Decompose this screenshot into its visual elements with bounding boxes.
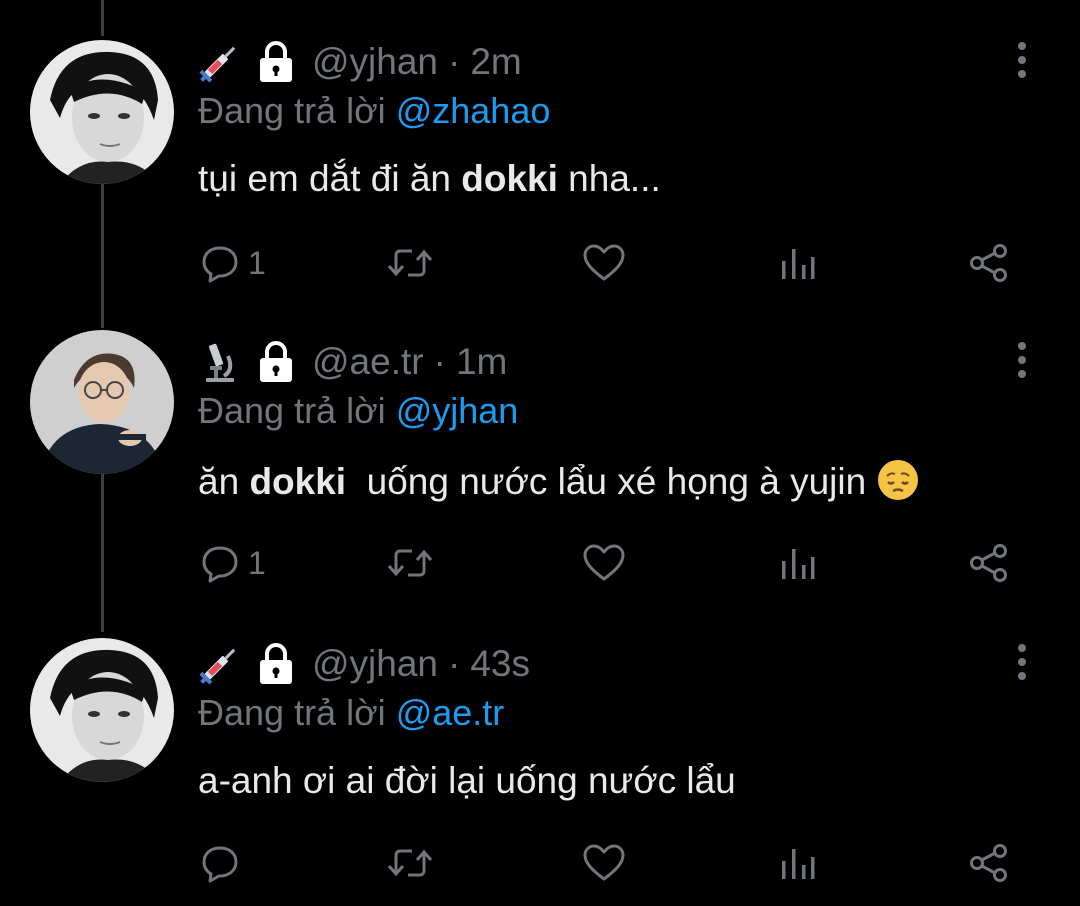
tweet-text-after: uống nước lẩu xé họng à yujin xyxy=(346,461,867,502)
reply-icon xyxy=(202,546,238,583)
reply-button[interactable]: 1 xyxy=(200,540,266,586)
tweet[interactable]: @yjhan · 2m Đang trả lời @zhahao tụi em … xyxy=(0,0,1080,300)
retweet-icon xyxy=(387,549,433,577)
like-button[interactable] xyxy=(582,840,626,886)
reply-count: 1 xyxy=(248,244,266,281)
person-boy-avatar-icon xyxy=(30,638,174,782)
more-options-icon[interactable] xyxy=(1010,642,1034,682)
reply-context: Đang trả lời @ae.tr xyxy=(198,692,504,734)
avatar[interactable] xyxy=(30,40,174,184)
microscope-icon xyxy=(206,343,234,382)
reply-context: Đang trả lời @yjhan xyxy=(198,390,518,432)
reply-icon xyxy=(202,846,238,883)
like-button[interactable] xyxy=(582,240,626,286)
handle[interactable]: @ae.tr xyxy=(312,341,424,383)
reply-icon xyxy=(202,246,238,283)
like-button[interactable] xyxy=(582,540,626,586)
separator: · xyxy=(448,41,461,82)
retweet-button[interactable] xyxy=(386,240,434,286)
retweet-button[interactable] xyxy=(386,540,434,586)
heart-icon xyxy=(583,244,625,281)
share-button[interactable] xyxy=(968,840,1010,886)
tweet-header: @ae.tr · 1m xyxy=(198,340,507,384)
tweet-header: @yjhan · 2m xyxy=(198,40,522,84)
analytics-button[interactable] xyxy=(778,240,818,286)
lock-icon xyxy=(260,643,292,684)
retweet-icon xyxy=(387,249,433,277)
tweet-text-before: tụi em dắt đi ăn xyxy=(198,158,462,199)
reply-prefix: Đang trả lời xyxy=(198,390,386,431)
reply-count: 1 xyxy=(248,544,266,581)
tweet-text: a-anh ơi ai đời lại uống nước lẩu xyxy=(198,760,736,802)
more-options-icon[interactable] xyxy=(1010,40,1034,80)
tweet-actions xyxy=(0,840,1080,890)
tweet-actions: 1 xyxy=(0,240,1080,290)
reply-context: Đang trả lời @zhahao xyxy=(198,90,550,132)
share-icon xyxy=(970,244,1007,282)
person-boy-avatar-icon xyxy=(30,40,174,184)
retweet-icon xyxy=(387,849,433,877)
syringe-icon xyxy=(199,648,236,685)
tweet-text-before: ăn xyxy=(198,461,250,502)
syringe-icon xyxy=(199,46,236,83)
reply-prefix: Đang trả lời xyxy=(198,692,386,733)
handle[interactable]: @yjhan xyxy=(312,643,438,685)
avatar[interactable] xyxy=(30,638,174,782)
tweet-text-before: a-anh ơi ai đời lại uống nước lẩu xyxy=(198,760,736,801)
tweet-text-after: nha... xyxy=(557,158,661,199)
share-button[interactable] xyxy=(968,540,1010,586)
analytics-icon xyxy=(782,849,815,879)
tweet-actions: 1 xyxy=(0,540,1080,590)
person-glasses-avatar-icon xyxy=(30,330,174,474)
tweet-text-bold: dokki xyxy=(249,461,347,502)
tweet[interactable]: @yjhan · 43s Đang trả lời @ae.tr a-anh ơ… xyxy=(0,602,1080,902)
retweet-button[interactable] xyxy=(386,840,434,886)
lock-icon xyxy=(260,341,292,382)
analytics-button[interactable] xyxy=(778,540,818,586)
timestamp[interactable]: 2m xyxy=(470,41,521,83)
share-icon xyxy=(970,844,1007,882)
reply-mention[interactable]: @yjhan xyxy=(396,390,519,431)
heart-icon xyxy=(583,544,625,581)
avatar[interactable] xyxy=(30,330,174,474)
tweet-text-bold: dokki xyxy=(461,158,558,199)
tweet-text: ăn dokki uống nước lẩu xé họng à yujin xyxy=(198,458,920,503)
tweet-header: @yjhan · 43s xyxy=(198,642,530,686)
share-icon xyxy=(970,544,1007,582)
tweet-text: tụi em dắt đi ăn dokki nha... xyxy=(198,158,661,200)
timestamp[interactable]: 43s xyxy=(470,643,530,685)
tweet[interactable]: @ae.tr · 1m Đang trả lời @yjhan ăn dokki… xyxy=(0,300,1080,600)
share-button[interactable] xyxy=(968,240,1010,286)
lock-icon xyxy=(260,41,292,82)
separator: · xyxy=(448,643,461,684)
handle[interactable]: @yjhan xyxy=(312,41,438,83)
reply-prefix: Đang trả lời xyxy=(198,90,386,131)
reply-button[interactable]: 1 xyxy=(200,240,266,286)
more-options-icon[interactable] xyxy=(1010,340,1034,380)
reply-mention[interactable]: @zhahao xyxy=(396,90,551,131)
analytics-icon xyxy=(782,549,815,579)
separator: · xyxy=(433,341,446,382)
analytics-icon xyxy=(782,249,815,279)
pensive-face-emoji-icon xyxy=(878,460,919,500)
reply-mention[interactable]: @ae.tr xyxy=(396,692,505,733)
timestamp[interactable]: 1m xyxy=(456,341,507,383)
analytics-button[interactable] xyxy=(778,840,818,886)
heart-icon xyxy=(583,844,625,881)
reply-button[interactable] xyxy=(200,840,240,886)
